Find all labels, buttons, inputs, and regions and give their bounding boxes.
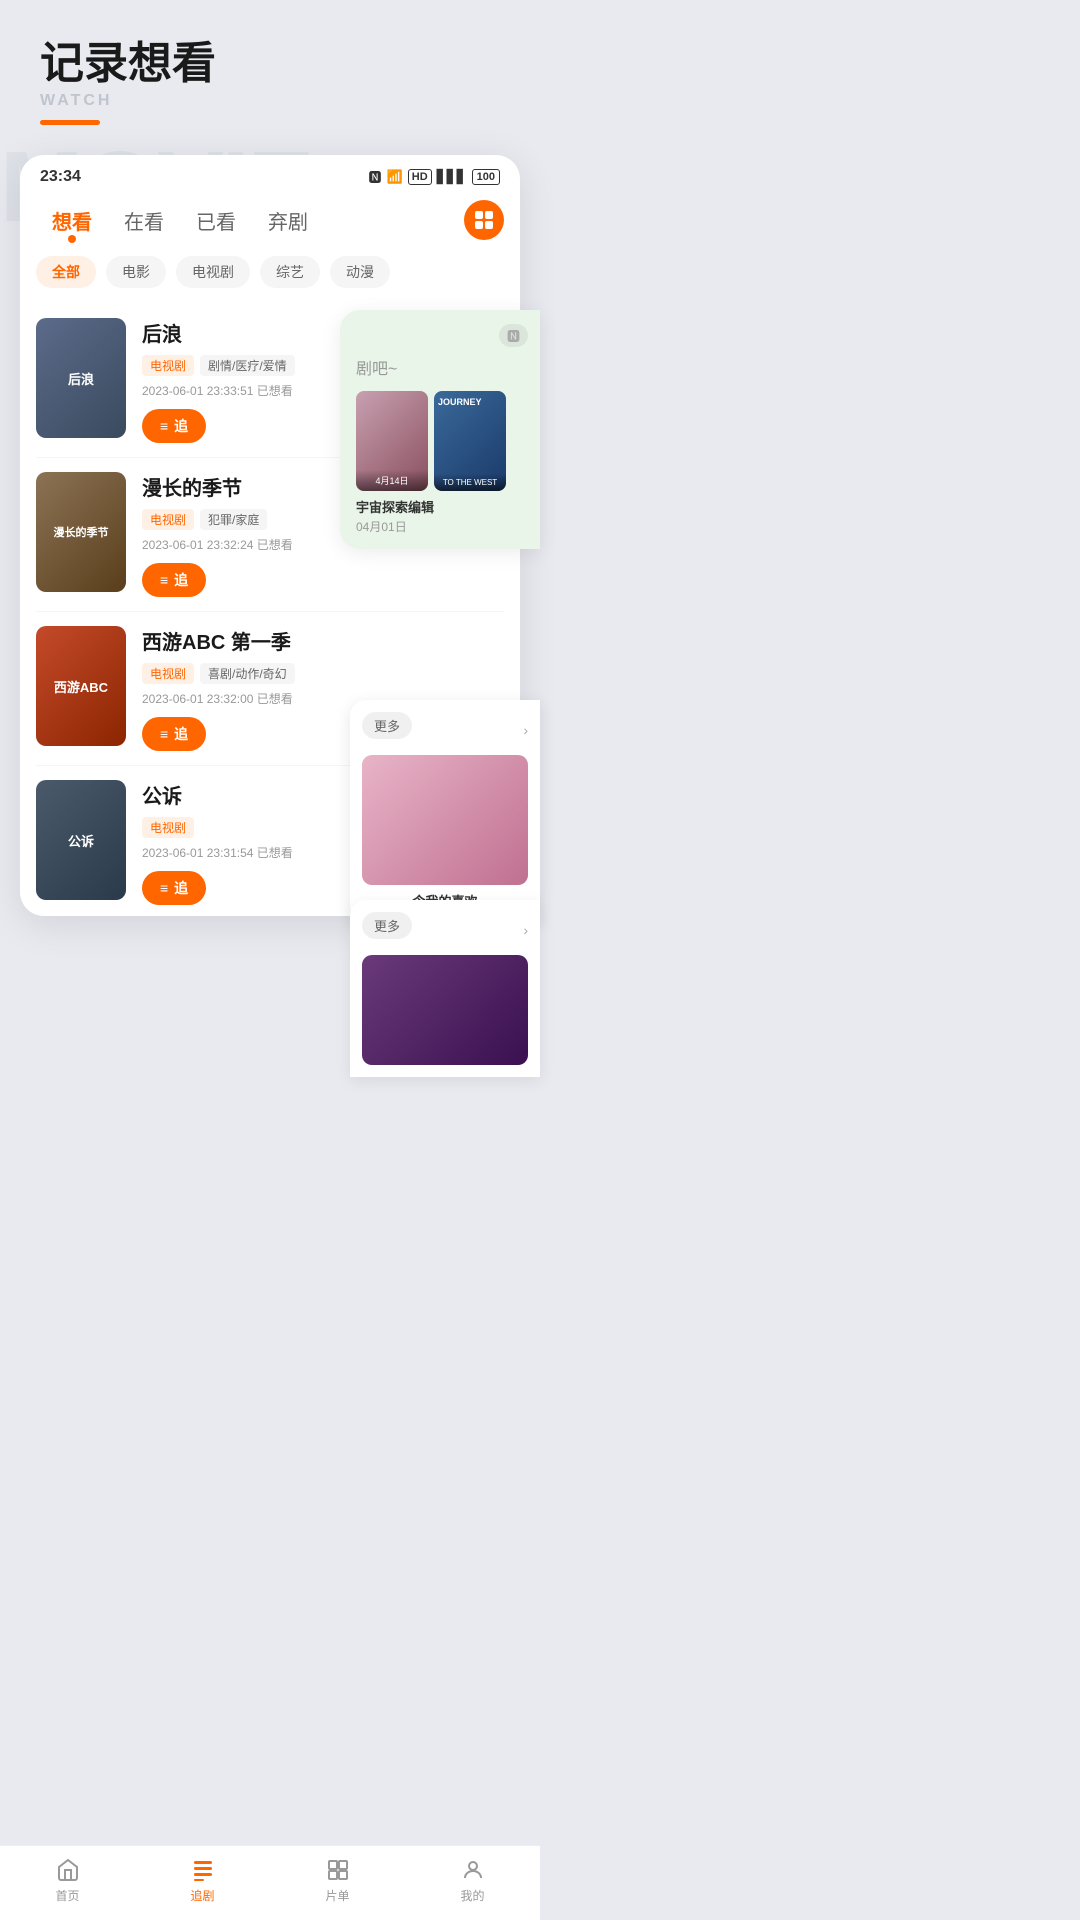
page-subtitle: WATCH — [40, 92, 500, 110]
filter-tv[interactable]: 电视剧 — [176, 256, 250, 288]
chase-button-4[interactable]: ≡ 追 — [142, 871, 206, 905]
home-icon — [54, 1856, 82, 1884]
filter-all[interactable]: 全部 — [36, 256, 96, 288]
hd-icon: HD — [408, 169, 432, 185]
poster-manchangjijie[interactable]: 漫长的季节 — [36, 472, 126, 592]
chase-button-3[interactable]: ≡ 追 — [142, 717, 206, 751]
nav-list-label: 片单 — [325, 1887, 349, 1904]
chase-label: 追 — [174, 878, 188, 898]
grid-view-button[interactable] — [464, 200, 504, 240]
chase-button-1[interactable]: ≡ 追 — [142, 409, 206, 443]
recommend-poster[interactable] — [362, 755, 528, 885]
chevron-right-icon: › — [523, 722, 528, 738]
nav-chase-label: 追剧 — [190, 1887, 214, 1904]
chase-icon: ≡ — [160, 880, 168, 896]
genre-tag: 剧情/医疗/爱情 — [200, 355, 295, 376]
more-button[interactable]: 更多 — [362, 712, 412, 739]
tab-dropped[interactable]: 弃剧 — [252, 202, 324, 239]
more-button-2[interactable]: 更多 — [362, 912, 412, 939]
nfc-icon: 🅽 — [369, 167, 382, 186]
chase-label: 追 — [174, 724, 188, 744]
nav-chase[interactable]: 追剧 — [168, 1856, 238, 1904]
genre-tag: 喜剧/动作/奇幻 — [200, 663, 295, 684]
right-peek-top: 🅽 剧吧~ 4月14日 JOURNEY TO THE WEST 宇宙探索编辑 0… — [340, 310, 540, 549]
status-bar: 23:34 🅽 📶 HD ▋▋▋ 100 — [20, 155, 520, 192]
peek-bottom-poster[interactable] — [362, 955, 528, 1065]
wifi-icon: 📶 — [387, 169, 403, 185]
nav-home-label: 首页 — [55, 1887, 79, 1904]
genre-tag: 犯罪/家庭 — [200, 509, 267, 530]
poster-label: 漫长的季节 — [36, 472, 126, 592]
type-tag: 电视剧 — [142, 663, 194, 684]
chase-icon: ≡ — [160, 418, 168, 434]
nav-list[interactable]: 片单 — [303, 1856, 373, 1904]
peek-poster-2[interactable]: JOURNEY TO THE WEST — [434, 391, 506, 491]
page-title: 记录想看 — [40, 40, 500, 88]
nav-profile[interactable]: 我的 — [438, 1856, 508, 1904]
tab-watched[interactable]: 已看 — [180, 202, 252, 239]
type-tag: 电视剧 — [142, 355, 194, 376]
drama-label: 剧吧~ — [356, 355, 528, 379]
status-icons: 🅽 📶 HD ▋▋▋ 100 — [369, 167, 500, 186]
poster-gongsu[interactable]: 公诉 — [36, 780, 126, 900]
right-peek-middle: 更多 › 令我的喜欢 — [350, 700, 540, 922]
type-tag: 电视剧 — [142, 817, 194, 838]
bottom-nav: 首页 追剧 片单 — [0, 1845, 540, 1920]
chase-icon: ≡ — [160, 572, 168, 588]
poster-label: 后浪 — [36, 318, 126, 438]
poster-label: 西游ABC — [36, 626, 126, 746]
status-time: 23:34 — [40, 168, 81, 186]
type-tag: 电视剧 — [142, 509, 194, 530]
grid-icon — [473, 209, 495, 231]
nav-profile-label: 我的 — [460, 1887, 484, 1904]
movie-date-peek: 04月01日 — [356, 518, 528, 535]
poster-label: 公诉 — [36, 780, 126, 900]
list-nav-icon — [324, 1856, 352, 1884]
signal-icon: ▋▋▋ — [437, 169, 467, 185]
right-peek-bottom: 更多 › — [350, 900, 540, 1077]
nfc-badge: 🅽 — [499, 324, 528, 347]
chase-icon: ≡ — [160, 726, 168, 742]
profile-icon — [459, 1856, 487, 1884]
tab-bar: 想看 在看 已看 弃剧 — [20, 192, 520, 244]
item-tags: 电视剧 喜剧/动作/奇幻 — [142, 663, 504, 684]
chase-label: 追 — [174, 570, 188, 590]
item-title: 西游ABC 第一季 — [142, 626, 504, 655]
nav-home[interactable]: 首页 — [33, 1856, 103, 1904]
chase-button-2[interactable]: ≡ 追 — [142, 563, 206, 597]
filter-anime[interactable]: 动漫 — [330, 256, 390, 288]
peek-posters: 4月14日 JOURNEY TO THE WEST — [356, 391, 528, 491]
poster-houlang[interactable]: 后浪 — [36, 318, 126, 438]
header-underline — [40, 120, 100, 125]
battery-indicator: 100 — [472, 169, 500, 185]
poster-xiyouabc[interactable]: 西游ABC — [36, 626, 126, 746]
tab-watching[interactable]: 在看 — [108, 202, 180, 239]
tab-want-watch[interactable]: 想看 — [36, 202, 108, 239]
peek-poster-1[interactable]: 4月14日 — [356, 391, 428, 491]
filter-movie[interactable]: 电影 — [106, 256, 166, 288]
filter-row: 全部 电影 电视剧 综艺 动漫 — [20, 244, 520, 296]
filter-variety[interactable]: 综艺 — [260, 256, 320, 288]
chevron-right-icon-2: › — [523, 922, 528, 938]
movie-title-peek: 宇宙探索编辑 — [356, 497, 528, 516]
chase-label: 追 — [174, 416, 188, 436]
chase-nav-icon — [189, 1856, 217, 1884]
header-area: 记录想看 WATCH — [0, 0, 540, 145]
